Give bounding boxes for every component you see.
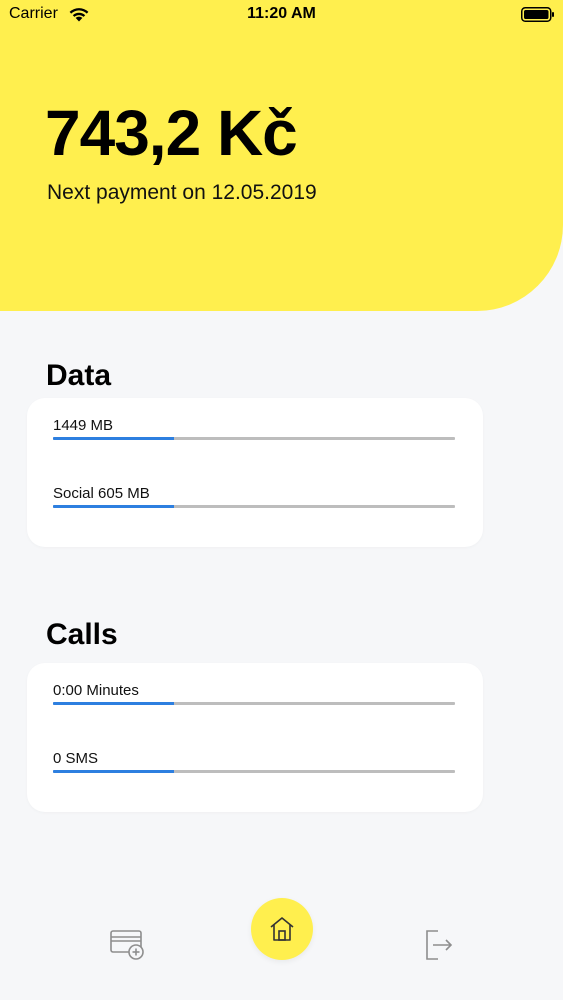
data-usage-card[interactable]: 1449 MB Social 605 MB <box>27 398 483 547</box>
usage-label: Social 605 MB <box>53 485 150 502</box>
usage-progress-fill <box>53 770 174 773</box>
calls-section-title: Calls <box>46 618 118 651</box>
usage-progress-fill <box>53 702 174 705</box>
usage-progress-fill <box>53 505 174 508</box>
usage-label: 0 SMS <box>53 750 99 767</box>
calls-usage-card[interactable]: 0:00 Minutes 0 SMS <box>27 663 483 812</box>
usage-progress-track <box>53 702 455 705</box>
home-tab-button[interactable] <box>251 898 313 960</box>
usage-label: 1449 MB <box>53 417 114 434</box>
usage-label: 0:00 Minutes <box>53 682 139 699</box>
usage-progress-fill <box>53 437 174 440</box>
balance-amount: 743,2 Kč <box>45 97 298 169</box>
usage-progress-track <box>53 505 455 508</box>
status-time: 11:20 AM <box>247 5 316 22</box>
home-icon <box>270 917 294 941</box>
add-card-icon[interactable] <box>110 928 146 962</box>
logout-icon[interactable] <box>424 928 454 962</box>
data-section-title: Data <box>46 359 112 392</box>
usage-progress-track <box>53 437 455 440</box>
status-bar: Carrier 11:20 AM <box>0 0 563 30</box>
usage-progress-track <box>53 770 455 773</box>
battery-icon <box>521 7 554 22</box>
next-payment-text: Next payment on 12.05.2019 <box>47 181 317 204</box>
